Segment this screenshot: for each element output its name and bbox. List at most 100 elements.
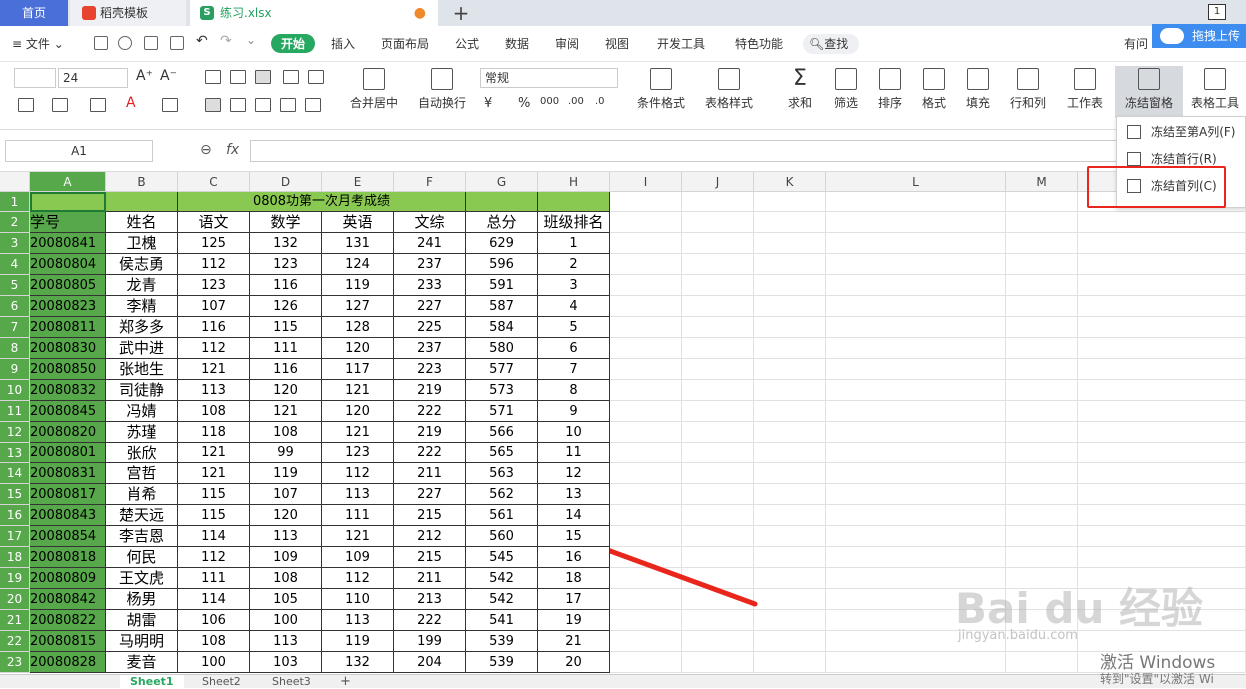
score-cell[interactable]: 112: [322, 568, 394, 589]
score-cell[interactable]: 103: [250, 652, 322, 673]
score-cell[interactable]: 16: [538, 547, 610, 568]
student-id-cell[interactable]: 20080815: [30, 631, 106, 652]
score-cell[interactable]: 109: [250, 547, 322, 568]
score-cell[interactable]: 542: [466, 568, 538, 589]
score-cell[interactable]: 111: [322, 505, 394, 526]
score-cell[interactable]: 12: [538, 463, 610, 484]
score-cell[interactable]: 张地生: [106, 359, 178, 380]
score-cell[interactable]: 麦音: [106, 652, 178, 673]
score-cell[interactable]: 112: [178, 254, 250, 275]
score-cell[interactable]: 233: [394, 275, 466, 296]
score-cell[interactable]: 108: [178, 401, 250, 422]
student-id-cell[interactable]: 20080828: [30, 652, 106, 673]
score-cell[interactable]: 241: [394, 233, 466, 254]
score-cell[interactable]: 204: [394, 652, 466, 673]
student-id-cell[interactable]: 20080820: [30, 422, 106, 443]
score-cell[interactable]: 张欣: [106, 443, 178, 463]
score-cell[interactable]: 541: [466, 610, 538, 631]
score-cell[interactable]: 105: [250, 589, 322, 610]
score-cell[interactable]: 237: [394, 254, 466, 275]
score-cell[interactable]: 571: [466, 401, 538, 422]
score-cell[interactable]: 225: [394, 317, 466, 338]
score-cell[interactable]: 王文虎: [106, 568, 178, 589]
score-cell[interactable]: 龙青: [106, 275, 178, 296]
score-cell[interactable]: 114: [178, 589, 250, 610]
score-cell[interactable]: 何民: [106, 547, 178, 568]
student-id-cell[interactable]: 20080830: [30, 338, 106, 359]
score-cell[interactable]: 237: [394, 338, 466, 359]
student-id-cell[interactable]: 20080811: [30, 317, 106, 338]
student-id-cell[interactable]: 20080823: [30, 296, 106, 317]
score-cell[interactable]: 109: [322, 547, 394, 568]
score-cell[interactable]: 108: [250, 422, 322, 443]
score-cell[interactable]: 113: [178, 380, 250, 401]
score-cell[interactable]: 223: [394, 359, 466, 380]
score-cell[interactable]: 楚天远: [106, 505, 178, 526]
sheet-tab-3[interactable]: Sheet3: [262, 675, 321, 689]
student-id-cell[interactable]: 20080854: [30, 526, 106, 547]
score-cell[interactable]: 113: [322, 610, 394, 631]
score-cell[interactable]: 胡雷: [106, 610, 178, 631]
score-cell[interactable]: 539: [466, 631, 538, 652]
score-cell[interactable]: 121: [250, 401, 322, 422]
score-cell[interactable]: 127: [322, 296, 394, 317]
score-cell[interactable]: 121: [178, 359, 250, 380]
student-id-cell[interactable]: 20080805: [30, 275, 106, 296]
score-cell[interactable]: 15: [538, 526, 610, 547]
score-cell[interactable]: 武中进: [106, 338, 178, 359]
score-cell[interactable]: 120: [322, 401, 394, 422]
score-cell[interactable]: 107: [250, 484, 322, 505]
score-cell[interactable]: 108: [178, 631, 250, 652]
score-cell[interactable]: 杨男: [106, 589, 178, 610]
score-cell[interactable]: 6: [538, 338, 610, 359]
score-cell[interactable]: 124: [322, 254, 394, 275]
score-cell[interactable]: 123: [178, 275, 250, 296]
student-id-cell[interactable]: 20080842: [30, 589, 106, 610]
student-id-cell[interactable]: 20080845: [30, 401, 106, 422]
score-cell[interactable]: 8: [538, 380, 610, 401]
student-id-cell[interactable]: 20080801: [30, 443, 106, 463]
score-cell[interactable]: 120: [250, 505, 322, 526]
score-cell[interactable]: 20: [538, 652, 610, 673]
score-cell[interactable]: 562: [466, 484, 538, 505]
score-cell[interactable]: 100: [250, 610, 322, 631]
score-cell[interactable]: 116: [250, 275, 322, 296]
score-cell[interactable]: 591: [466, 275, 538, 296]
score-cell[interactable]: 587: [466, 296, 538, 317]
score-cell[interactable]: 227: [394, 296, 466, 317]
score-cell[interactable]: 5: [538, 317, 610, 338]
score-cell[interactable]: 120: [250, 380, 322, 401]
score-cell[interactable]: 108: [250, 568, 322, 589]
score-cell[interactable]: 107: [178, 296, 250, 317]
score-cell[interactable]: 119: [322, 631, 394, 652]
score-cell[interactable]: 211: [394, 568, 466, 589]
score-cell[interactable]: 113: [250, 631, 322, 652]
score-cell[interactable]: 苏瑾: [106, 422, 178, 443]
score-cell[interactable]: 7: [538, 359, 610, 380]
score-cell[interactable]: 125: [178, 233, 250, 254]
score-cell[interactable]: 213: [394, 589, 466, 610]
score-cell[interactable]: 561: [466, 505, 538, 526]
score-cell[interactable]: 肖希: [106, 484, 178, 505]
score-cell[interactable]: 121: [322, 526, 394, 547]
score-cell[interactable]: 565: [466, 443, 538, 463]
score-cell[interactable]: 17: [538, 589, 610, 610]
score-cell[interactable]: 121: [178, 463, 250, 484]
score-cell[interactable]: 宫哲: [106, 463, 178, 484]
score-cell[interactable]: 573: [466, 380, 538, 401]
score-cell[interactable]: 9: [538, 401, 610, 422]
score-cell[interactable]: 112: [322, 463, 394, 484]
student-id-cell[interactable]: 20080804: [30, 254, 106, 275]
score-cell[interactable]: 539: [466, 652, 538, 673]
score-cell[interactable]: 566: [466, 422, 538, 443]
score-cell[interactable]: 222: [394, 401, 466, 422]
score-cell[interactable]: 222: [394, 610, 466, 631]
score-cell[interactable]: 112: [178, 547, 250, 568]
score-cell[interactable]: 123: [250, 254, 322, 275]
score-cell[interactable]: 211: [394, 463, 466, 484]
score-cell[interactable]: 128: [322, 317, 394, 338]
score-cell[interactable]: 10: [538, 422, 610, 443]
score-cell[interactable]: 580: [466, 338, 538, 359]
score-cell[interactable]: 21: [538, 631, 610, 652]
freeze-to-column-a-item[interactable]: 冻结至第A列(F): [1117, 119, 1246, 145]
